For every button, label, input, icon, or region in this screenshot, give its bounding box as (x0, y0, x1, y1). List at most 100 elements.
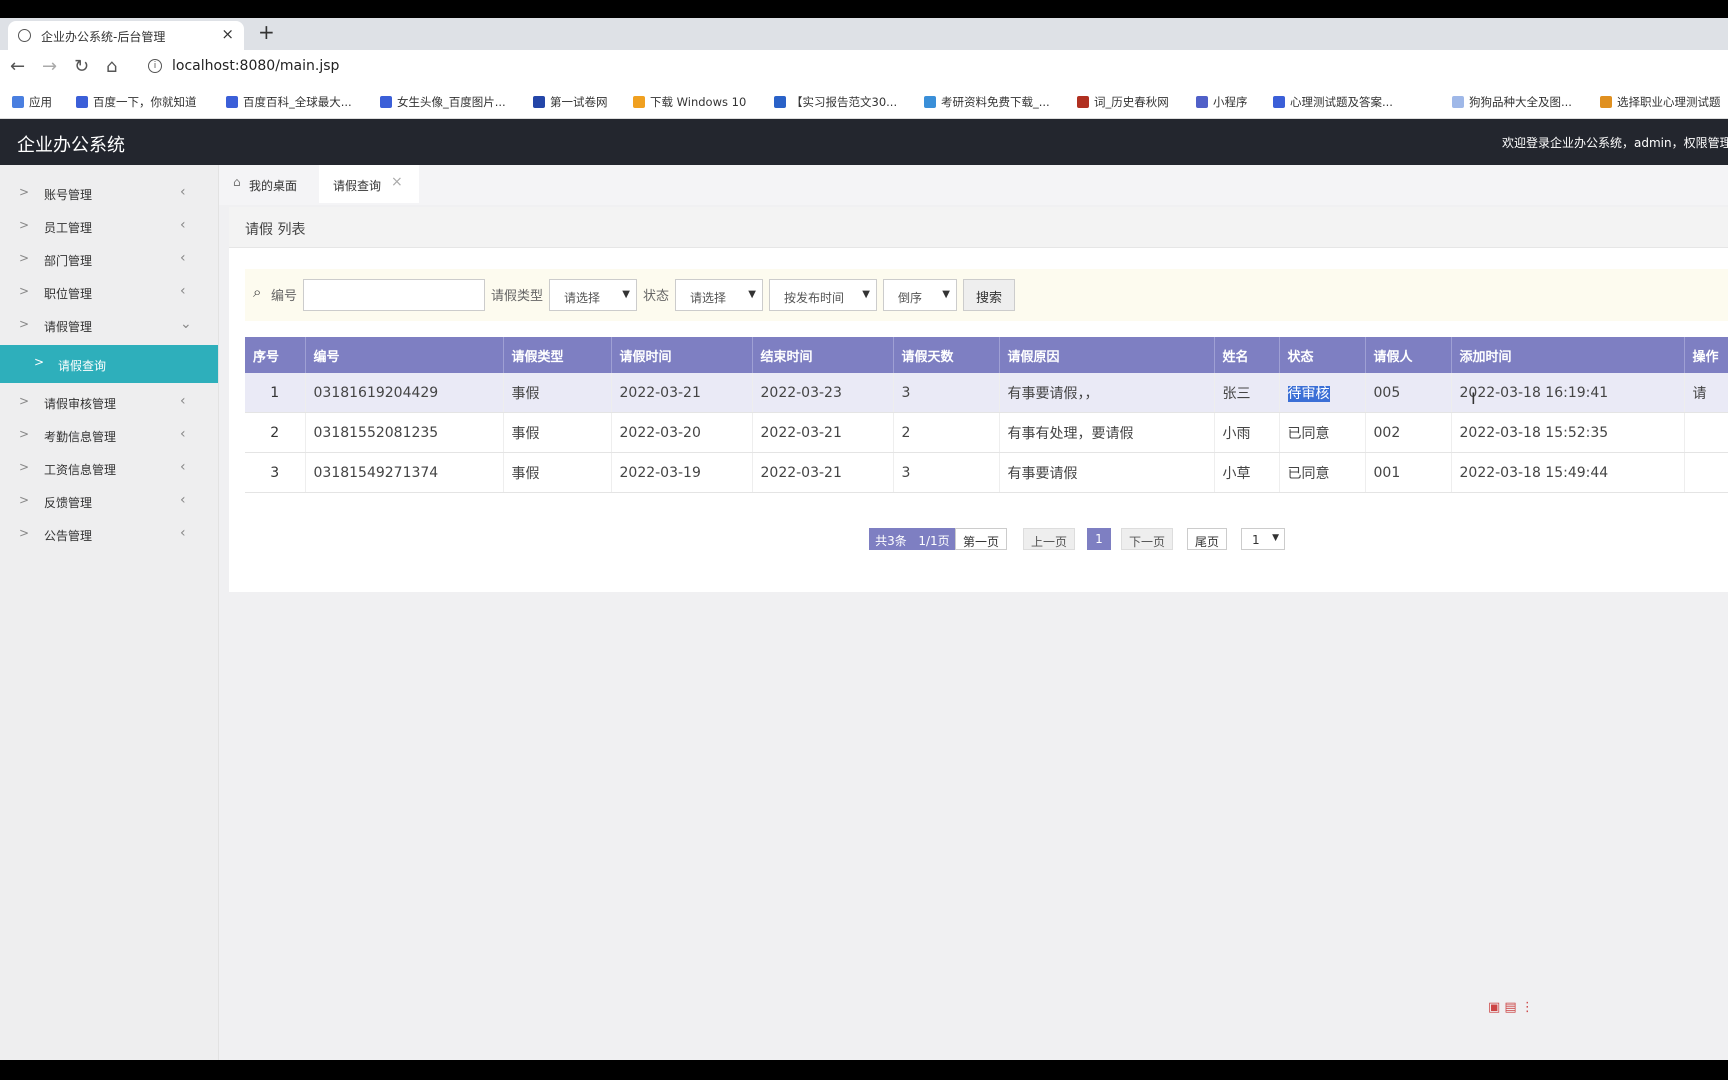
chevron-down-icon: ▼ (1272, 533, 1279, 543)
cell-start: 2022-03-19 (611, 452, 753, 493)
bookmark-item[interactable]: 第一试卷网 (533, 94, 608, 110)
bookmark-item[interactable]: 考研资料免费下载_... (924, 94, 1050, 110)
id-search-input[interactable] (303, 279, 485, 311)
bookmark-item[interactable]: 狗狗品种大全及图... (1452, 94, 1572, 110)
bookmark-item[interactable]: 百度百科_全球最大... (226, 94, 352, 110)
pager-page-info: 1/1页 (913, 528, 955, 550)
search-icon: ⌕ (253, 283, 262, 301)
current-page-button[interactable]: 1 (1087, 528, 1111, 550)
sidebar-item-feedback[interactable]: > 反馈管理 ‹ (0, 485, 218, 518)
chevron-down-icon: ▼ (748, 289, 756, 300)
close-icon[interactable]: × (391, 174, 403, 190)
site-icon (1600, 96, 1612, 108)
id-label: 编号 (271, 289, 298, 304)
panel-header: 请假 列表 (229, 207, 1728, 248)
leave-type-label: 请假类型 (491, 289, 544, 304)
link-icon (1196, 96, 1208, 108)
baidu-icon (380, 96, 392, 108)
chevron-right-icon: > (19, 394, 30, 408)
column-header: 姓名 (1214, 337, 1280, 373)
bookmark-item[interactable]: 下载 Windows 10 (633, 94, 746, 110)
cell-name: 张三 (1214, 373, 1280, 413)
reload-icon[interactable]: ↻ (74, 56, 89, 77)
table-row[interactable]: 1 03181619204429 事假 2022-03-21 2022-03-2… (245, 373, 1728, 413)
sidebar-item-salary[interactable]: > 工资信息管理 ‹ (0, 452, 218, 485)
next-page-button[interactable]: 下一页 (1121, 528, 1173, 550)
chevron-right-icon: > (19, 218, 30, 232)
cell-op[interactable]: 请 (1684, 373, 1728, 413)
sidebar-item-employees[interactable]: > 员工管理 ‹ (0, 210, 218, 243)
globe-icon (18, 29, 31, 42)
welcome-text: 欢迎登录企业办公系统，admin，权限管理 (1502, 136, 1728, 150)
chevron-left-icon: ‹ (180, 426, 186, 442)
bookmark-item[interactable]: 选择职业心理测试题 (1600, 94, 1721, 110)
column-header: 操作 (1684, 337, 1728, 373)
home-icon[interactable]: ⌂ (106, 56, 117, 77)
cell-op[interactable] (1684, 412, 1728, 453)
bookmark-item[interactable]: 心理测试题及答案... (1273, 94, 1393, 110)
cell-type: 事假 (503, 412, 612, 453)
sidebar-item-leave-query[interactable]: > 请假查询 (0, 345, 218, 383)
leave-type-select[interactable]: 请选择 ▼ (549, 279, 637, 311)
cell-status: 已同意 (1279, 412, 1366, 453)
bookmark-item[interactable]: 女生头像_百度图片... (380, 94, 506, 110)
url-text[interactable]: localhost:8080/main.jsp (172, 58, 339, 74)
bookmark-item[interactable]: 小程序 (1196, 94, 1248, 110)
site-icon (1452, 96, 1464, 108)
cell-reason: 有事要请假，， (999, 373, 1215, 413)
table-row[interactable]: 2 03181552081235 事假 2022-03-20 2022-03-2… (245, 412, 1728, 453)
info-icon[interactable]: i (148, 59, 162, 73)
new-tab-button[interactable]: + (258, 20, 275, 44)
sidebar-item-accounts[interactable]: > 账号管理 ‹ (0, 177, 218, 210)
floating-toolbar-icons[interactable]: ▣ ▤ ⋮ (1488, 1000, 1534, 1015)
cell-status: 待审核 (1279, 373, 1366, 413)
sidebar-item-positions[interactable]: > 职位管理 ‹ (0, 276, 218, 309)
cell-applicant: 002 (1365, 412, 1452, 453)
status-label: 状态 (643, 289, 670, 304)
bookmark-apps[interactable]: 应用 (12, 94, 52, 110)
chevron-down-icon: ▼ (942, 289, 950, 300)
cell-reason: 有事有处理，要请假 (999, 412, 1215, 453)
sort-field-select[interactable]: 按发布时间 ▼ (769, 279, 877, 311)
sort-order-select[interactable]: 倒序 ▼ (883, 279, 957, 311)
main-content: ⌂ 我的桌面 请假查询 × 请假 列表 ⌕ 编号 请假类型 请选择 ▼ 状态 请选… (219, 165, 1728, 1060)
pager-total: 共3条 (869, 528, 913, 550)
bookmark-item[interactable]: 百度一下，你就知道 (76, 94, 197, 110)
cell-seq: 3 (245, 452, 306, 493)
tab-leave-query[interactable]: 请假查询 × (319, 165, 419, 203)
column-header: 编号 (305, 337, 504, 373)
cell-op[interactable] (1684, 452, 1728, 493)
bookmark-item[interactable]: 【实习报告范文30... (774, 94, 897, 110)
sidebar-item-leave-review[interactable]: > 请假审核管理 ‹ (0, 386, 218, 419)
close-tab-icon[interactable]: × (221, 25, 234, 43)
site-icon (1077, 96, 1089, 108)
chevron-right-icon: > (34, 355, 45, 369)
back-icon[interactable]: ← (10, 56, 25, 77)
last-page-button[interactable]: 尾页 (1187, 528, 1227, 550)
cell-seq: 2 (245, 412, 306, 453)
forward-icon[interactable]: → (42, 56, 57, 77)
cell-end: 2022-03-23 (752, 373, 894, 413)
leave-table: 序号 编号 请假类型 请假时间 结束时间 请假天数 请假原因 姓名 状态 请假人… (245, 337, 1728, 493)
apps-icon (12, 96, 24, 108)
cell-added: 2022-03-18 15:49:44 (1451, 452, 1685, 493)
cell-start: 2022-03-20 (611, 412, 753, 453)
sidebar-item-notices[interactable]: > 公告管理 ‹ (0, 518, 218, 551)
prev-page-button[interactable]: 上一页 (1023, 528, 1075, 550)
column-header: 请假人 (1365, 337, 1452, 373)
tab-home[interactable]: ⌂ 我的桌面 (231, 165, 303, 203)
windows-icon (633, 96, 645, 108)
status-select[interactable]: 请选择 ▼ (675, 279, 763, 311)
page-jump-select[interactable]: 1 ▼ (1241, 528, 1285, 550)
cell-added: 2022-03-18 15:52:35 (1451, 412, 1685, 453)
table-header-row: 序号 编号 请假类型 请假时间 结束时间 请假天数 请假原因 姓名 状态 请假人… (245, 337, 1728, 373)
sidebar-item-departments[interactable]: > 部门管理 ‹ (0, 243, 218, 276)
table-row[interactable]: 3 03181549271374 事假 2022-03-19 2022-03-2… (245, 452, 1728, 493)
bookmark-item[interactable]: 词_历史春秋网 (1077, 94, 1169, 110)
browser-tab[interactable]: 企业办公系统-后台管理 × (8, 21, 244, 50)
search-button[interactable]: 搜索 (963, 279, 1015, 311)
sidebar-item-leave[interactable]: > 请假管理 ⌄ (0, 309, 218, 342)
sidebar-item-attendance[interactable]: > 考勤信息管理 ‹ (0, 419, 218, 452)
column-header: 序号 (245, 337, 306, 373)
first-page-button[interactable]: 第一页 (955, 528, 1007, 550)
